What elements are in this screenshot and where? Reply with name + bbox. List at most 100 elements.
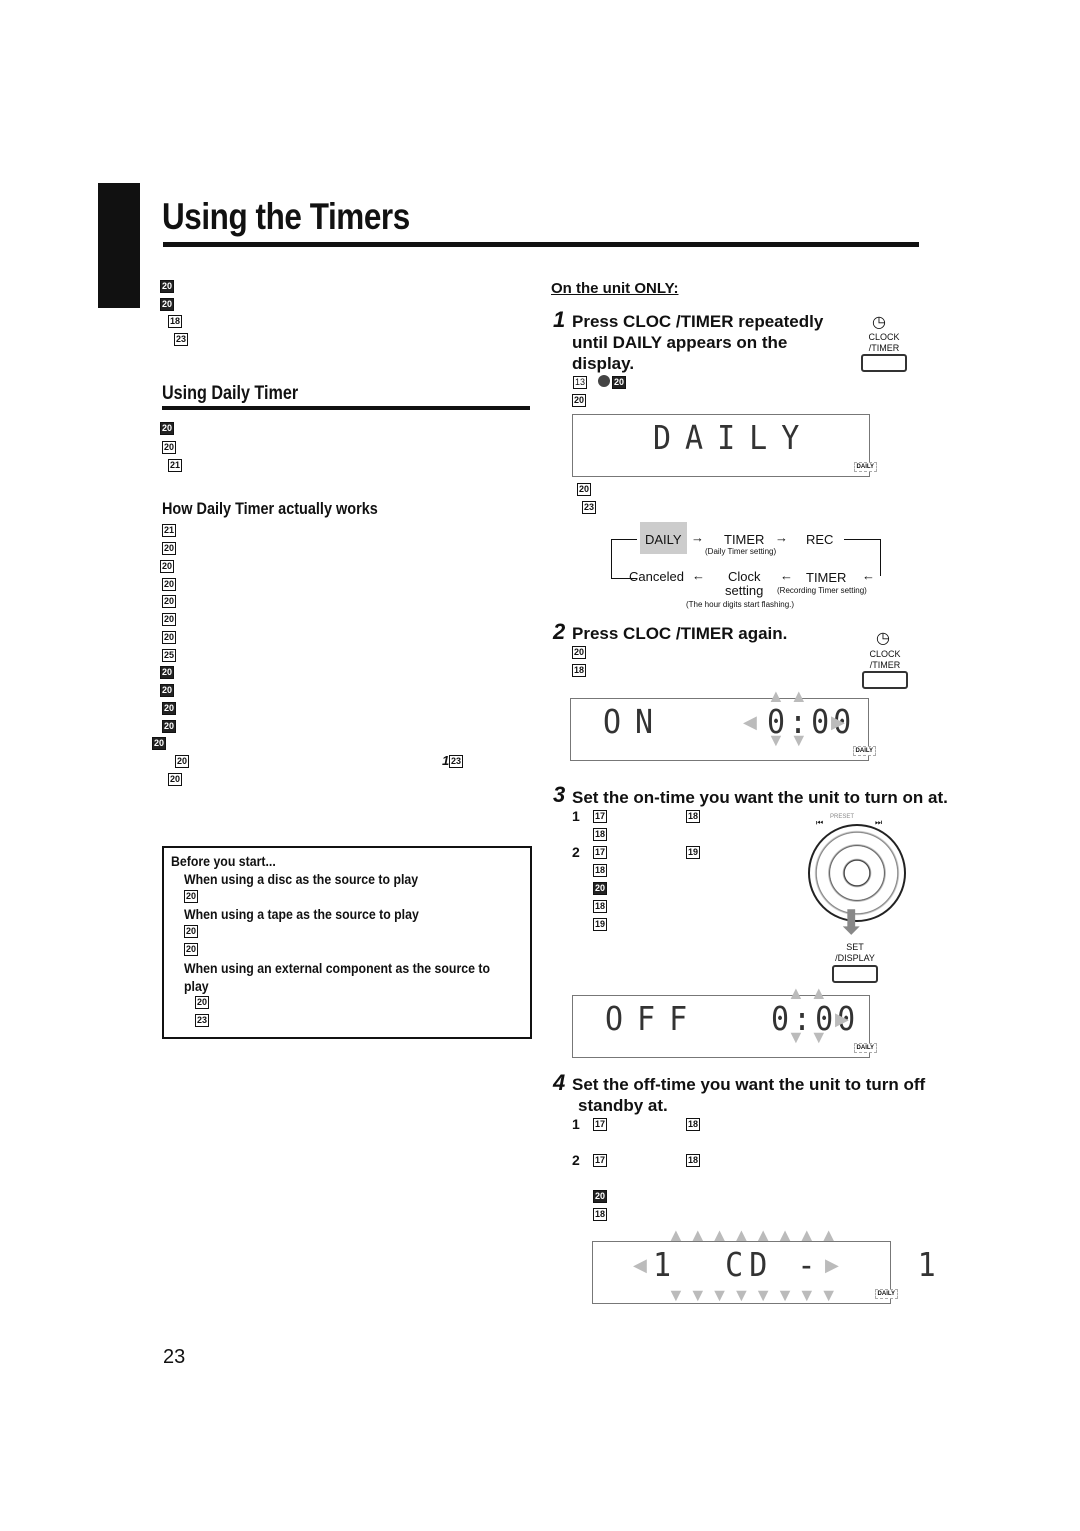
glyph: 20 — [162, 613, 177, 626]
display-daily: DAILY DAILY — [572, 414, 877, 477]
step1-line: Press CLOC /TIMER repeatedly — [572, 312, 824, 331]
label-line: /DISPLAY — [835, 953, 875, 963]
glyph: 20 — [160, 280, 175, 293]
glyph: 20 — [162, 578, 177, 591]
page-number: 23 — [163, 1346, 186, 1368]
flow-clock: Clock — [728, 569, 761, 584]
glyph: 20 — [162, 542, 177, 555]
arrow-left-icon: ← — [780, 568, 793, 583]
step4-line: standby at. — [578, 1096, 668, 1115]
flash-icon: ▼ ▼ — [787, 1027, 828, 1047]
glyph: 20 — [162, 720, 177, 733]
flow-note: (Daily Timer setting) — [705, 547, 777, 556]
substep-number: 2 — [572, 1152, 580, 1168]
label-line: /TIMER — [869, 660, 901, 670]
glyph: 20 — [195, 996, 210, 1009]
glyph: 20 — [160, 298, 175, 311]
subsection-title: How Daily Timer actually works — [162, 499, 378, 518]
step4-line: Set the off-time you want the unit to tu… — [572, 1075, 926, 1094]
flash-icon: ▲ ▲ — [767, 686, 808, 706]
glyph: 18 — [686, 1154, 701, 1167]
step-number: 4 — [553, 1070, 566, 1095]
flow-note: (Recording Timer setting) — [777, 586, 867, 595]
flow-setting: setting — [725, 583, 764, 598]
lcd-text: OFF — [605, 1000, 702, 1039]
section-tab — [98, 183, 140, 308]
step1-line: display. — [572, 354, 635, 373]
flash-icon: ▶ — [835, 1009, 849, 1029]
glyph: 20 — [184, 925, 199, 938]
glyph: 20 — [162, 702, 177, 715]
glyph: 18 — [686, 1118, 701, 1131]
glyph: 20 — [162, 631, 177, 644]
label-line: CLOCK — [869, 649, 901, 659]
step-number: 3 — [553, 782, 566, 807]
glyph: 17 — [593, 1154, 608, 1167]
flow-note: (The hour digits start flashing.) — [686, 600, 795, 609]
glyph: 18 — [572, 664, 587, 677]
flash-icon: ◀ — [633, 1255, 647, 1275]
flow-timer: TIMER — [724, 532, 765, 547]
section-rule — [162, 406, 530, 410]
label-line: CLOCK — [868, 332, 900, 342]
display-source: 1 CD -- 1 ▲▲▲▲▲▲▲▲ ▼▼▼▼▼▼▼▼ ◀ ▶ DAILY — [592, 1226, 936, 1305]
step-number: 2 — [553, 619, 566, 644]
glyph: 20 — [160, 666, 175, 679]
clock-icon: ◷ — [872, 314, 886, 331]
flow-canceled: Canceled — [629, 569, 684, 584]
step1-text: Press CLOC /TIMER repeatedly until DAILY… — [572, 311, 823, 374]
step2-text: Press CLOC /TIMER again. — [572, 624, 788, 643]
daily-indicator: DAILY — [852, 746, 876, 756]
manual-page: Using the Timers 20 20 18 23 Using Daily… — [0, 0, 1080, 1531]
clock-timer-label: CLOCK/TIMER — [863, 649, 907, 671]
display-off: OFF 0:00 ▲ ▲ ▼ ▼ ▶ DAILY — [572, 984, 877, 1058]
flash-icon: ▲ ▲ — [787, 983, 828, 1003]
box-disc: When using a disc as the source to play — [184, 871, 419, 887]
substep-number: 2 — [572, 844, 580, 860]
glyph: 17 — [593, 1118, 608, 1131]
flash-icon: ▼▼▼▼▼▼▼▼ — [667, 1285, 842, 1305]
glyph: 20 — [152, 737, 167, 750]
glyph: 23 — [449, 755, 464, 768]
step-number: 1 — [553, 307, 566, 332]
prev-icon[interactable]: ⏮ — [816, 818, 823, 828]
flash-icon: ▼ ▼ — [767, 730, 808, 750]
down-arrow-icon: ⬇ — [837, 904, 866, 942]
ref-number: 1 — [442, 753, 450, 768]
title-rule — [163, 242, 919, 247]
preset-label: PRESET — [830, 814, 855, 820]
glyph: 21 — [168, 459, 183, 472]
glyph: 20 — [184, 890, 199, 903]
set-display-button[interactable] — [832, 965, 878, 983]
arrow-right-icon: → — [691, 530, 704, 545]
flow-timer: TIMER — [806, 570, 847, 585]
clock-icon: ◷ — [876, 630, 890, 647]
glyph: 20 — [175, 755, 190, 768]
glyph: 20 — [184, 943, 199, 956]
glyph: 18 — [593, 900, 608, 913]
section-title: Using Daily Timer — [162, 383, 299, 404]
next-icon[interactable]: ⏭ — [875, 818, 882, 828]
clock-timer-button[interactable] — [861, 354, 907, 372]
glyph: 23 — [582, 501, 597, 514]
glyph: 20 — [577, 483, 592, 496]
box-heading: Before you start... — [171, 853, 276, 869]
glyph: 18 — [593, 864, 608, 877]
glyph: 17 — [593, 810, 608, 823]
glyph: 20 — [572, 394, 587, 407]
unit-only-label: On the unit ONLY: — [551, 280, 679, 297]
arrow-left-icon: ← — [862, 568, 875, 583]
clock-timer-button[interactable] — [862, 671, 908, 689]
glyph: 20 — [572, 646, 587, 659]
box-tape: When using a tape as the source to play — [184, 906, 419, 922]
flow-rec: REC — [806, 532, 834, 547]
flash-icon: ▶ — [825, 1255, 839, 1275]
flash-icon: ▶ — [831, 712, 845, 732]
step1-line: until DAILY appears on the — [572, 333, 788, 352]
substep-number: 1 — [572, 1116, 580, 1132]
flash-icon: ▲▲▲▲▲▲▲▲ — [667, 1225, 842, 1245]
daily-indicator: DAILY — [874, 1289, 898, 1299]
glyph: 20 — [593, 1190, 608, 1203]
label-line: SET — [846, 942, 864, 952]
flow-daily: DAILY — [645, 532, 682, 547]
